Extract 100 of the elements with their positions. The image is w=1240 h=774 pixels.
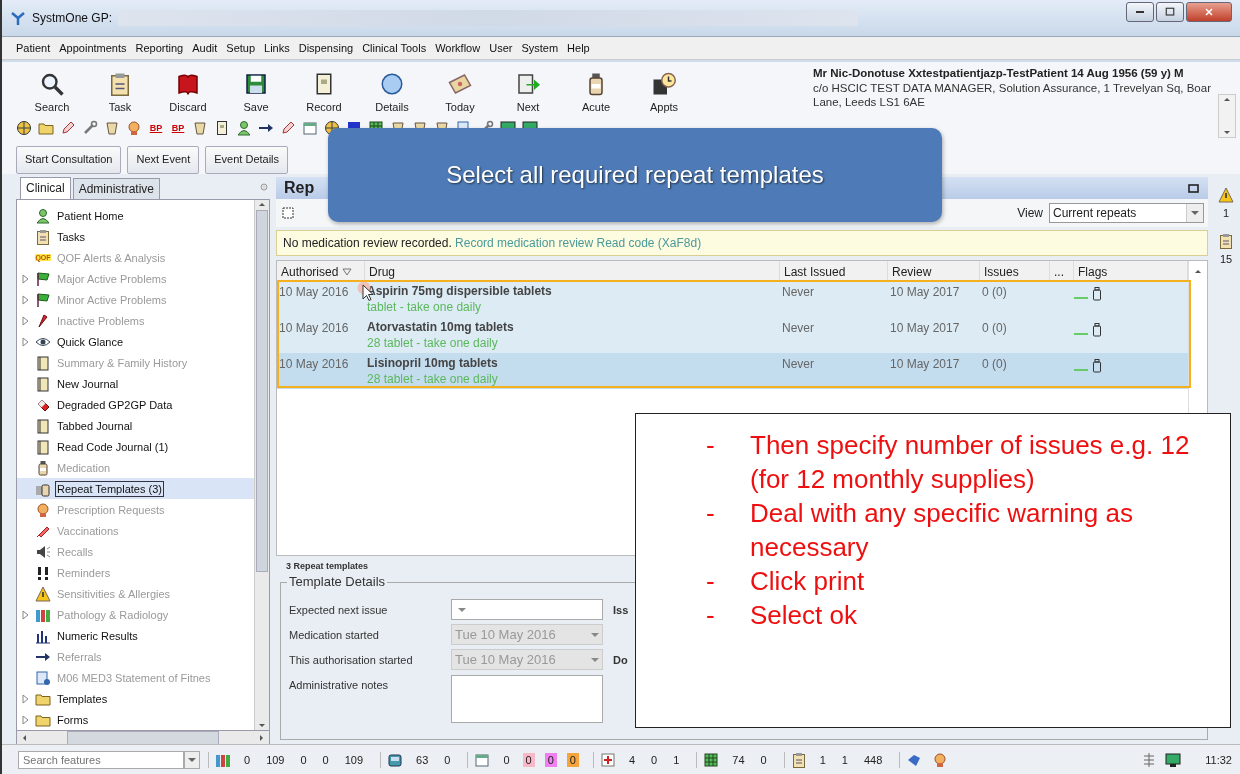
action-button[interactable]: Start Consultation — [16, 146, 122, 174]
menu-item[interactable]: Clinical Tools — [362, 42, 427, 54]
maximize-button[interactable] — [1156, 2, 1184, 22]
toolbar-button[interactable]: Search — [20, 72, 84, 116]
expand-triangle-icon[interactable] — [21, 693, 30, 704]
menu-item[interactable]: User — [489, 42, 513, 54]
scroll-thumb[interactable] — [67, 731, 219, 745]
bp-badge[interactable]: BP — [170, 123, 186, 133]
status-count: 0 — [299, 752, 308, 767]
scroll-down-icon[interactable] — [1222, 129, 1232, 137]
menu-item[interactable]: System — [521, 42, 559, 54]
menu-item[interactable]: Reporting — [135, 42, 184, 54]
sidebar-item[interactable]: Numeric Results — [55, 627, 140, 644]
sidebar-item[interactable]: Patient Home — [55, 207, 126, 224]
menu-item[interactable]: Patient — [16, 42, 51, 54]
cup-icon[interactable] — [104, 120, 120, 136]
clipboard-icon[interactable] — [1218, 233, 1234, 249]
column-header[interactable]: Drug — [365, 261, 780, 280]
search-field[interactable]: Search features — [18, 750, 184, 769]
expand-triangle-icon[interactable] — [21, 336, 30, 347]
grid-icon[interactable] — [703, 751, 720, 768]
action-button[interactable]: Next Event — [127, 146, 200, 174]
action-button[interactable]: Event Details — [205, 146, 289, 174]
view-dropdown[interactable]: Current repeats — [1049, 203, 1204, 223]
clipboard-icon[interactable] — [790, 751, 807, 768]
column-header[interactable]: Review — [888, 261, 980, 280]
maximize-icon[interactable] — [1187, 181, 1200, 195]
toolbar-button[interactable]: Task — [88, 72, 152, 116]
sidebar-item[interactable]: Degraded GP2GP Data — [55, 396, 175, 413]
pencil-icon[interactable] — [280, 120, 296, 136]
scroll-up-icon[interactable] — [257, 200, 267, 208]
drug-directions: 28 tablet - take one daily — [367, 372, 499, 386]
table-row[interactable]: 10 May 2016 Lisinopril 10mg tablets 28 tablet - take one daily Never 10 May 2017 0 (0) — [277, 353, 1188, 389]
globe-icon[interactable] — [16, 120, 32, 136]
sidebar-item[interactable]: Templates — [55, 690, 110, 707]
dropdown-arrow-icon[interactable] — [187, 755, 197, 764]
cup-icon[interactable] — [192, 120, 208, 136]
column-header[interactable]: Issues — [980, 261, 1050, 280]
app-logo-icon — [10, 10, 26, 26]
bp-badge[interactable]: BP — [148, 123, 164, 133]
document-icon[interactable] — [214, 120, 230, 136]
sidebar-tab[interactable]: Clinical — [20, 177, 71, 199]
toolbar-button[interactable]: Record — [292, 72, 356, 116]
toolbar-button[interactable]: Discard — [156, 72, 220, 116]
sidebar-item[interactable]: Forms — [55, 711, 91, 728]
expand-triangle-icon[interactable] — [21, 714, 30, 725]
menu-item[interactable]: Dispensing — [298, 42, 354, 54]
scroll-up-icon[interactable] — [1222, 95, 1232, 103]
column-header[interactable]: Authorised — [277, 261, 365, 280]
clipboard-icon — [108, 72, 132, 96]
plus-icon[interactable] — [599, 751, 616, 768]
toolbar-button[interactable]: Acute — [564, 72, 628, 116]
close-button[interactable] — [1186, 2, 1232, 22]
sidebar-item[interactable]: Tabbed Journal — [55, 417, 135, 434]
column-header[interactable]: ... — [1050, 261, 1074, 280]
toolbar-button[interactable]: Next — [496, 72, 560, 116]
column-header[interactable]: Flags — [1074, 261, 1188, 280]
scroll-thumb[interactable] — [256, 210, 268, 572]
menu-item[interactable]: Workflow — [435, 42, 481, 54]
sidebar-tab[interactable]: Administrative — [72, 178, 161, 199]
expand-triangle-icon[interactable] — [21, 315, 30, 326]
person-icon[interactable] — [236, 120, 252, 136]
menu-item[interactable]: Audit — [192, 42, 218, 54]
scroll-up-icon[interactable] — [1193, 267, 1203, 275]
toolbar-button[interactable]: Appts — [632, 72, 696, 116]
warning-icon[interactable] — [1218, 187, 1234, 203]
sidebar-item[interactable]: Read Code Journal (1) — [55, 438, 171, 455]
menu-item[interactable]: Setup — [226, 42, 256, 54]
dropdown-arrow-icon[interactable] — [1190, 209, 1200, 217]
scroll-right-icon[interactable] — [258, 733, 266, 743]
expand-triangle-icon[interactable] — [21, 609, 30, 620]
menu-item[interactable]: Help — [567, 42, 590, 54]
user-icon[interactable] — [932, 751, 949, 768]
sidebar-item[interactable]: New Journal — [55, 375, 121, 392]
table-row[interactable]: 10 May 2016 Atorvastatin 10mg tablets 28 tablet - take one daily Never 10 May 2017 0 (0) — [277, 317, 1188, 353]
head-icon[interactable] — [126, 120, 142, 136]
wrench-icon[interactable] — [82, 120, 98, 136]
toolbar-button[interactable]: Save — [224, 72, 288, 116]
menu-item[interactable]: Links — [264, 42, 290, 54]
pencil-icon[interactable] — [60, 120, 76, 136]
calendar-icon[interactable] — [474, 751, 491, 768]
select-box-icon[interactable] — [280, 205, 296, 221]
toolbar-button[interactable]: Today — [428, 72, 492, 116]
menu-item[interactable]: Appointments — [59, 42, 127, 54]
folder-icon[interactable] — [38, 120, 54, 136]
minimize-button[interactable] — [1126, 2, 1154, 22]
sort-icon[interactable] — [342, 267, 353, 277]
sidebar-item[interactable]: Repeat Templates (3) — [55, 480, 164, 497]
dropdown-button[interactable] — [184, 750, 200, 769]
expand-triangle-icon[interactable] — [21, 273, 30, 284]
sidebar-item[interactable]: Tasks — [55, 228, 88, 245]
expand-triangle-icon[interactable] — [21, 294, 30, 305]
monitor-icon[interactable] — [1165, 751, 1182, 768]
toolbar-button[interactable]: Details — [360, 72, 424, 116]
sidebar-item[interactable]: Quick Glance — [55, 333, 126, 350]
phone-icon[interactable] — [387, 751, 404, 768]
notes-field[interactable] — [451, 675, 603, 723]
table-row[interactable]: 10 May 2016 Aspirin 75mg dispersible tablets tablet - take one daily Never 10 May 2017 0 (0) — [277, 281, 1188, 317]
column-header[interactable]: Last Issued — [780, 261, 888, 280]
calendar-icon[interactable] — [302, 120, 318, 136]
